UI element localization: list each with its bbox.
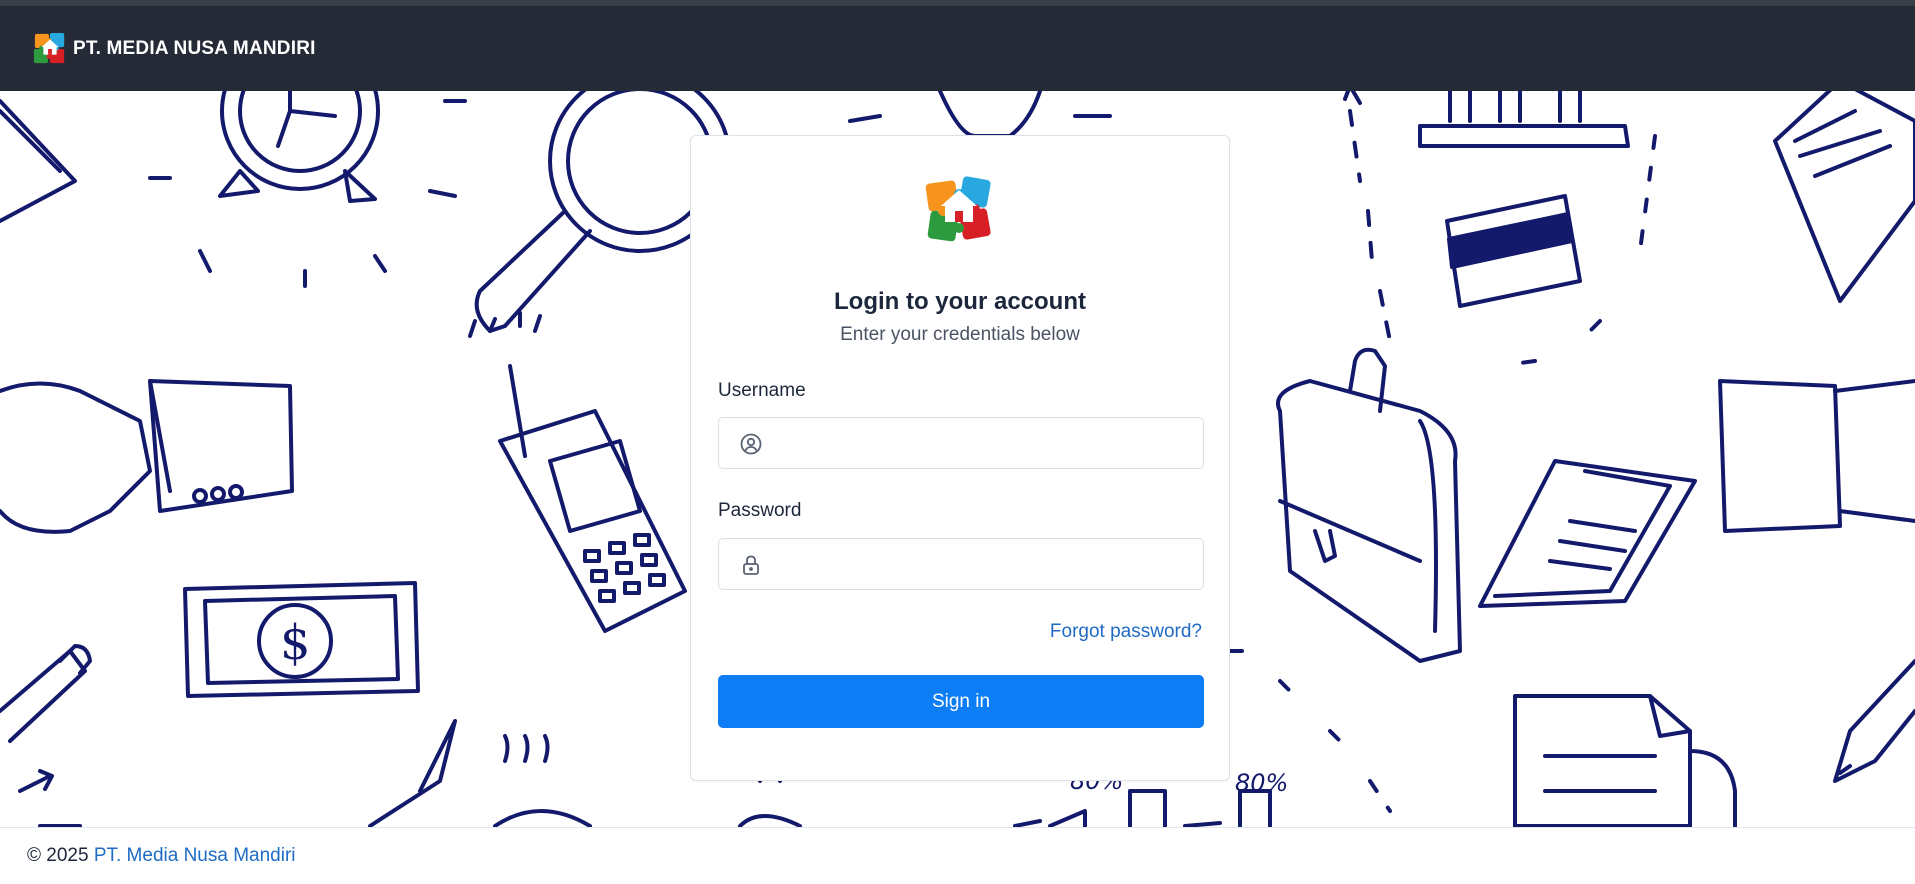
footer: © 2025 PT. Media Nusa Mandiri — [0, 827, 1915, 884]
lock-icon — [743, 555, 759, 575]
puzzle-house-logo — [33, 32, 65, 63]
svg-text:80%: 80% — [1235, 769, 1288, 797]
user-circle-icon — [740, 433, 762, 455]
sign-in-button[interactable]: Sign in — [718, 675, 1204, 728]
username-field[interactable] — [718, 417, 1204, 470]
password-field[interactable] — [718, 538, 1204, 591]
footer-company-link[interactable]: PT. Media Nusa Mandiri — [94, 845, 296, 866]
footer-text: © 2025 PT. Media Nusa Mandiri — [27, 845, 296, 867]
login-subtitle: Enter your credentials below — [840, 324, 1080, 345]
brand-name: PT. MEDIA NUSA MANDIRI — [73, 37, 316, 59]
login-card: Login to your account Enter your credent… — [690, 135, 1230, 781]
footer-copyright: © 2025 — [27, 845, 89, 866]
username-input[interactable] — [777, 418, 1196, 470]
forgot-password-link[interactable]: Forgot password? — [1050, 621, 1202, 643]
puzzle-house-logo — [925, 176, 991, 242]
password-input[interactable] — [777, 539, 1196, 591]
navbar: PT. MEDIA NUSA MANDIRI — [0, 6, 1915, 91]
login-title: Login to your account — [834, 288, 1086, 315]
svg-text:$: $ — [280, 615, 311, 671]
navbar-brand[interactable]: PT. MEDIA NUSA MANDIRI — [33, 32, 316, 66]
username-label: Username — [718, 380, 806, 401]
password-label: Password — [718, 500, 802, 521]
